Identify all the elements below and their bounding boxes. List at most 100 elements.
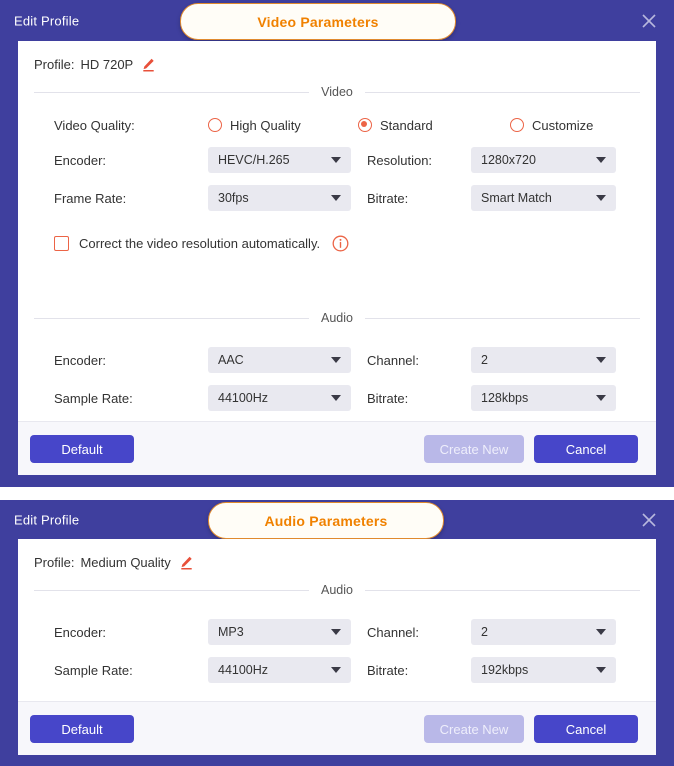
auto-correct-label: Correct the video resolution automatical… xyxy=(79,235,321,251)
video-parameters-dialog: Edit Profile Video Parameters Profile: H… xyxy=(0,0,674,487)
chevron-down-icon xyxy=(331,667,341,673)
audio-samplerate-bitrate-row: Sample Rate: 44100Hz Bitrate: 128kbps xyxy=(18,385,656,411)
chevron-down-icon xyxy=(331,629,341,635)
audio-section-rule-right xyxy=(365,317,641,319)
audio2-encoder-select[interactable]: MP3 xyxy=(208,619,351,645)
default-button[interactable]: Default xyxy=(30,435,134,463)
audio2-encoder-label: Encoder: xyxy=(54,624,107,640)
video-bitrate-label: Bitrate: xyxy=(367,190,409,206)
audio-profile-label: Profile: xyxy=(34,554,75,570)
create-new-button[interactable]: Create New xyxy=(424,435,524,463)
video-resolution-value: 1280x720 xyxy=(481,153,536,167)
tab-audio-parameters[interactable]: Audio Parameters xyxy=(208,502,444,539)
chevron-down-icon xyxy=(596,629,606,635)
radio-high-quality-mark xyxy=(208,118,222,132)
video-encoder-label: Encoder: xyxy=(54,152,107,168)
video-bitrate-value: Smart Match xyxy=(481,191,552,205)
pencil-icon[interactable] xyxy=(179,555,194,570)
audio2-samplerate-value: 44100Hz xyxy=(218,663,269,677)
window-title: Edit Profile xyxy=(14,512,80,527)
chevron-down-icon xyxy=(596,357,606,363)
audio-only-rule-right xyxy=(365,589,641,591)
audio2-encoder-value: MP3 xyxy=(218,625,244,639)
close-icon[interactable] xyxy=(636,507,662,533)
radio-standard-mark xyxy=(358,118,372,132)
chevron-down-icon xyxy=(596,195,606,201)
video-framerate-select[interactable]: 30fps xyxy=(208,185,351,211)
audio-dialog-panel: Profile: Medium Quality Audio Encoder: M… xyxy=(18,539,656,755)
audio2-samplerate-label: Sample Rate: xyxy=(54,662,133,678)
radio-high-quality[interactable]: High Quality xyxy=(208,118,358,133)
radio-customize[interactable]: Customize xyxy=(510,118,593,133)
chevron-down-icon xyxy=(331,157,341,163)
audio2-samplerate-bitrate-row: Sample Rate: 44100Hz Bitrate: 192kbps xyxy=(18,657,656,683)
radio-customize-label: Customize xyxy=(532,117,594,133)
audio-bitrate-select[interactable]: 128kbps xyxy=(471,385,616,411)
audio-samplerate-select[interactable]: 44100Hz xyxy=(208,385,351,411)
auto-correct-row: Correct the video resolution automatical… xyxy=(18,233,656,253)
video-profile-value: HD 720P xyxy=(80,56,134,72)
video-section-caption: Video xyxy=(321,85,353,99)
audio-section-caption: Audio xyxy=(321,311,353,325)
audio-only-caption: Audio xyxy=(321,583,353,597)
audio-samplerate-value: 44100Hz xyxy=(218,391,269,405)
audio-channel-value: 2 xyxy=(481,353,488,367)
audio2-bitrate-value: 192kbps xyxy=(481,663,529,677)
close-icon[interactable] xyxy=(636,8,662,34)
video-section-rule-right xyxy=(364,91,640,93)
chevron-down-icon xyxy=(596,667,606,673)
auto-correct-checkbox[interactable] xyxy=(54,235,69,251)
audio-dialog-footer: Default Create New Cancel xyxy=(18,701,656,755)
audio-channel-select[interactable]: 2 xyxy=(471,347,616,373)
window-title: Edit Profile xyxy=(14,13,80,28)
video-framerate-label: Frame Rate: xyxy=(54,190,127,206)
audio-bitrate-label: Bitrate: xyxy=(367,390,409,406)
audio2-encoder-channel-row: Encoder: MP3 Channel: 2 xyxy=(18,619,656,645)
chevron-down-icon xyxy=(596,157,606,163)
video-section-header: Video xyxy=(34,85,640,99)
video-framerate-bitrate-row: Frame Rate: 30fps Bitrate: Smart Match xyxy=(18,185,656,211)
audio2-bitrate-label: Bitrate: xyxy=(367,662,409,678)
audio-samplerate-label: Sample Rate: xyxy=(54,390,133,406)
audio2-bitrate-select[interactable]: 192kbps xyxy=(471,657,616,683)
video-framerate-value: 30fps xyxy=(218,191,249,205)
create-new-button[interactable]: Create New xyxy=(424,715,524,743)
video-resolution-select[interactable]: 1280x720 xyxy=(471,147,616,173)
video-encoder-resolution-row: Encoder: HEVC/H.265 Resolution: 1280x720 xyxy=(18,147,656,173)
cancel-button[interactable]: Cancel xyxy=(534,715,638,743)
audio2-channel-select[interactable]: 2 xyxy=(471,619,616,645)
video-resolution-label: Resolution: xyxy=(367,152,433,168)
video-profile-row: Profile: HD 720P xyxy=(18,41,656,72)
cancel-button[interactable]: Cancel xyxy=(534,435,638,463)
audio-encoder-value: AAC xyxy=(218,353,244,367)
radio-standard[interactable]: Standard xyxy=(358,118,510,133)
audio-encoder-select[interactable]: AAC xyxy=(208,347,351,373)
video-encoder-select[interactable]: HEVC/H.265 xyxy=(208,147,351,173)
video-quality-label: Video Quality: xyxy=(54,117,135,133)
audio-profile-row: Profile: Medium Quality xyxy=(18,539,656,570)
chevron-down-icon xyxy=(331,357,341,363)
video-section-rule-left xyxy=(34,91,310,93)
video-audio-section-header: Audio xyxy=(34,311,641,325)
audio-encoder-channel-row: Encoder: AAC Channel: 2 xyxy=(18,347,656,373)
tab-video-parameters[interactable]: Video Parameters xyxy=(180,3,456,40)
video-dialog-panel: Profile: HD 720P Video Video Quality: Hi… xyxy=(18,41,656,475)
chevron-down-icon xyxy=(331,395,341,401)
audio-profile-value: Medium Quality xyxy=(80,554,171,570)
default-button[interactable]: Default xyxy=(30,715,134,743)
video-bitrate-select[interactable]: Smart Match xyxy=(471,185,616,211)
info-icon[interactable] xyxy=(332,235,349,252)
video-profile-label: Profile: xyxy=(34,56,75,72)
tab-audio-parameters-label: Audio Parameters xyxy=(264,512,388,529)
audio-channel-label: Channel: xyxy=(367,352,420,368)
pencil-icon[interactable] xyxy=(141,57,156,72)
audio-encoder-label: Encoder: xyxy=(54,352,107,368)
video-quality-row: Video Quality: High Quality Standard Cus… xyxy=(18,115,656,135)
audio2-channel-value: 2 xyxy=(481,625,488,639)
chevron-down-icon xyxy=(596,395,606,401)
video-dialog-titlebar: Edit Profile Video Parameters xyxy=(0,0,674,41)
audio2-samplerate-select[interactable]: 44100Hz xyxy=(208,657,351,683)
audio-section-rule-left xyxy=(34,317,310,319)
video-dialog-footer: Default Create New Cancel xyxy=(18,421,656,475)
audio-dialog-titlebar: Edit Profile Audio Parameters xyxy=(0,500,674,539)
